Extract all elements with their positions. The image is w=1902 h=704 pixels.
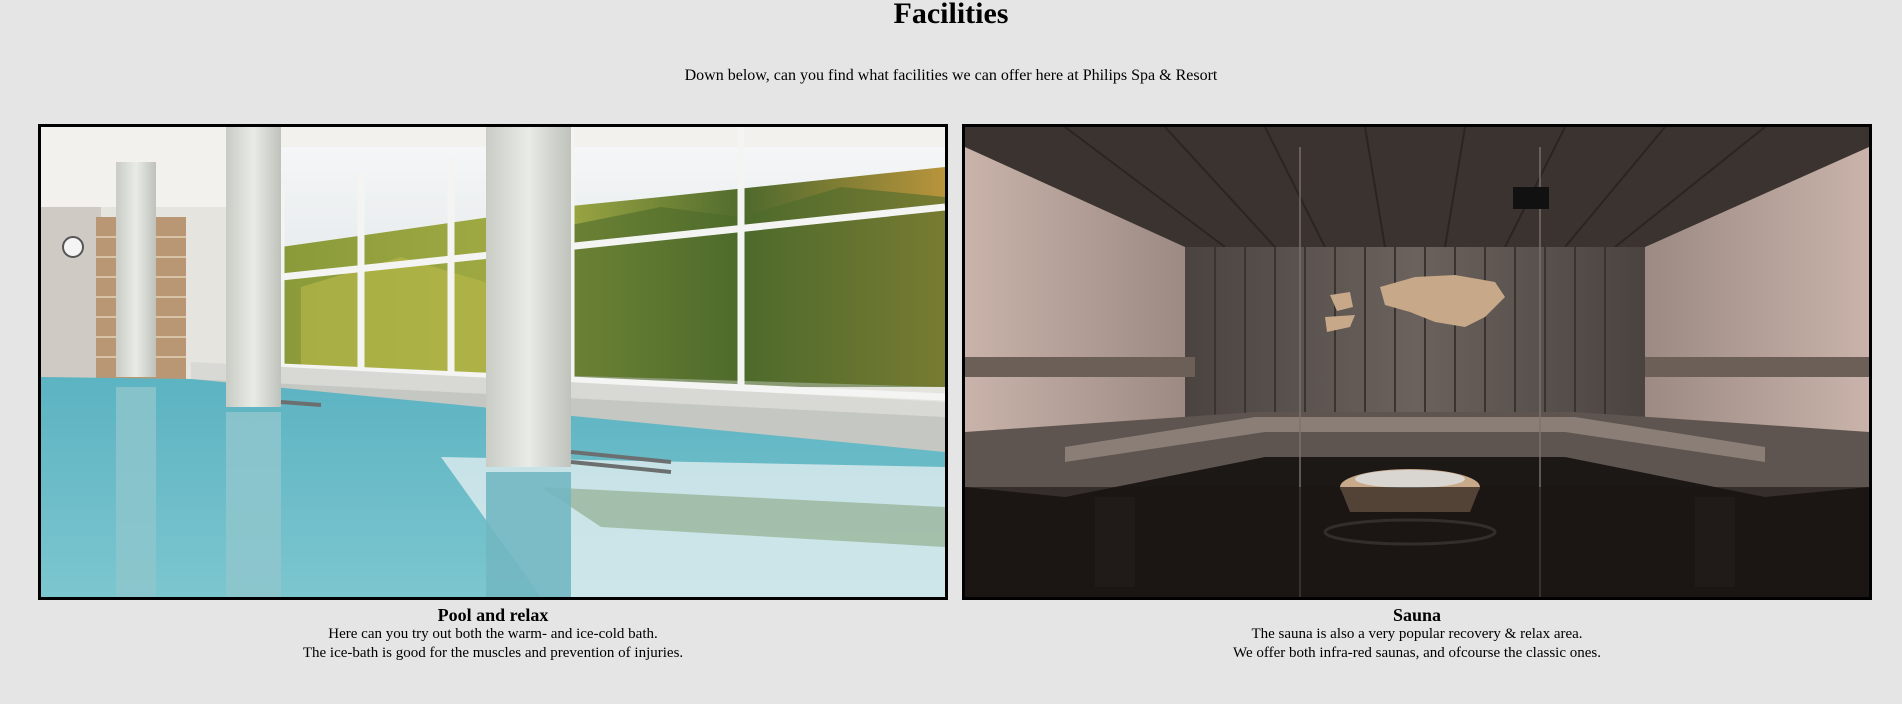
facility-text-pool-2: The ice-bath is good for the muscles and… [302, 645, 684, 661]
facility-card-pool: Pool and relax Here can you try out both… [38, 124, 948, 663]
sauna-photo [962, 124, 1872, 600]
facility-card-sauna: Sauna The sauna is also a very popular r… [962, 124, 1872, 663]
facility-title-pool: Pool and relax [437, 605, 549, 625]
pool-photo [38, 124, 948, 600]
facility-text-sauna-1: The sauna is also a very popular recover… [1251, 626, 1583, 642]
facility-title-sauna: Sauna [1392, 605, 1442, 625]
facility-text-sauna-2: We offer both infra-red saunas, and ofco… [1233, 645, 1601, 661]
facility-text-pool-1: Here can you try out both the warm- and … [328, 626, 658, 642]
facilities-page: Facilities Down below, can you find what… [0, 0, 1902, 704]
page-title: Facilities [893, 0, 1009, 30]
page-intro: Down below, can you find what facilities… [684, 67, 1218, 84]
